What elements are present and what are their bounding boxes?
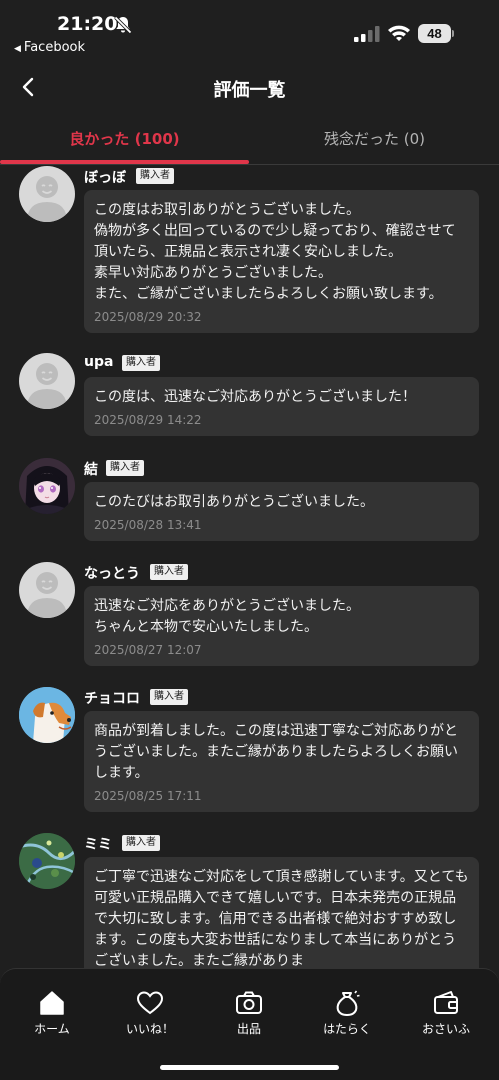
review-list[interactable]: ぼっぼ 購入者 この度はお取引ありがとうございました。 偽物が多く出回っているの… xyxy=(0,166,499,971)
buyer-badge: 購入者 xyxy=(150,564,188,580)
review-bubble: この度は、迅速なご対応ありがとうございました！ 2025/08/29 14:22 xyxy=(84,377,479,436)
bell-muted-icon xyxy=(114,16,132,34)
avatar[interactable] xyxy=(19,562,75,618)
tab-likes[interactable]: いいね！ xyxy=(110,989,190,1037)
review-text: この度はお取引ありがとうございました。 偽物が多く出回っているので少し疑っており… xyxy=(94,202,456,302)
review-date: 2025/08/28 13:41 xyxy=(94,518,202,532)
review-text: このたびはお取引ありがとうございました。 xyxy=(94,494,374,510)
battery-indicator: 48 xyxy=(418,24,454,43)
review-bubble: 商品が到着しました。この度は迅速丁寧なご対応ありがとうございました。またご縁があ… xyxy=(84,711,479,812)
default-avatar-icon xyxy=(27,363,67,409)
camera-icon xyxy=(236,991,262,1014)
money-bag-icon xyxy=(336,990,360,1017)
map-avatar-icon xyxy=(19,833,75,889)
review-bubble: この度はお取引ありがとうございました。 偽物が多く出回っているので少し疑っており… xyxy=(84,190,479,333)
home-indicator[interactable] xyxy=(160,1065,339,1070)
tab-bad[interactable]: 残念だった (0) xyxy=(250,114,499,164)
buyer-badge: 購入者 xyxy=(122,835,160,851)
anime-girl-avatar-icon xyxy=(19,458,75,514)
back-to-app-link[interactable]: ◀ Facebook xyxy=(14,40,85,55)
tab-likes-label: いいね！ xyxy=(125,1022,174,1036)
reviewer-name[interactable]: 結 xyxy=(84,459,98,479)
tab-home[interactable]: ホーム xyxy=(12,989,92,1037)
avatar[interactable] xyxy=(19,353,75,409)
avatar[interactable] xyxy=(19,687,75,743)
reviewer-name[interactable]: チョコロ xyxy=(84,688,140,708)
buyer-badge: 購入者 xyxy=(122,355,160,371)
battery-level: 48 xyxy=(418,24,451,43)
review-text: 商品が到着しました。この度は迅速丁寧なご対応ありがとうございました。またご縁があ… xyxy=(94,723,458,781)
status-bar: 21:20 ◀ Facebook 48 xyxy=(0,0,499,62)
buyer-badge: 購入者 xyxy=(106,460,144,476)
rating-tabs: 良かった (100) 残念だった (0) xyxy=(0,114,499,165)
review-date: 2025/08/29 20:32 xyxy=(94,310,202,324)
reviewer-name[interactable]: upa xyxy=(84,354,113,370)
nav-bar: 評価一覧 xyxy=(0,62,499,114)
page-title: 評価一覧 xyxy=(213,80,286,101)
active-tab-indicator xyxy=(0,160,249,164)
default-avatar-icon xyxy=(27,176,67,222)
review-date: 2025/08/29 14:22 xyxy=(94,413,202,427)
avatar[interactable] xyxy=(19,458,75,514)
home-icon xyxy=(40,991,64,1015)
review-bubble: このたびはお取引ありがとうございました。 2025/08/28 13:41 xyxy=(84,482,479,541)
tab-sell-label: 出品 xyxy=(236,1022,261,1036)
tab-work[interactable]: はたらく xyxy=(307,989,387,1037)
reviewer-name[interactable]: ミミ xyxy=(84,834,112,854)
battery-tip xyxy=(452,30,454,37)
dog-avatar-icon xyxy=(19,687,75,743)
cellular-signal-icon xyxy=(354,26,380,42)
tab-sell[interactable]: 出品 xyxy=(209,989,289,1037)
tab-wallet-label: おさいふ xyxy=(421,1022,470,1036)
review-bubble: ご丁寧で迅速なご対応をして頂き感謝しています。又とても可愛い正規品購入できて嬉し… xyxy=(84,857,479,971)
back-app-label: Facebook xyxy=(23,40,86,55)
buyer-badge: 購入者 xyxy=(150,689,188,705)
review-date: 2025/08/25 17:11 xyxy=(94,789,202,803)
default-avatar-icon xyxy=(27,572,67,618)
tab-work-label: はたらく xyxy=(323,1022,371,1036)
buyer-badge: 購入者 xyxy=(136,168,174,184)
heart-icon xyxy=(136,991,164,1015)
reviewer-name[interactable]: なっとう xyxy=(84,563,140,583)
back-triangle-icon: ◀ xyxy=(14,44,21,54)
wallet-icon xyxy=(434,991,458,1014)
bottom-tab-bar: ホーム いいね！ 出品 はたらく おさいふ xyxy=(0,968,499,1080)
review-text: この度は、迅速なご対応ありがとうございました！ xyxy=(94,389,416,405)
tab-good[interactable]: 良かった (100) xyxy=(0,114,249,164)
avatar[interactable] xyxy=(19,833,75,889)
reviewer-name[interactable]: ぼっぼ xyxy=(84,167,126,187)
review-date: 2025/08/27 12:07 xyxy=(94,643,202,657)
avatar[interactable] xyxy=(19,166,75,222)
tab-wallet[interactable]: おさいふ xyxy=(406,989,486,1037)
status-time: 21:20 xyxy=(57,13,118,35)
tab-home-label: ホーム xyxy=(34,1022,70,1036)
wifi-icon xyxy=(388,25,410,41)
review-text: ご丁寧で迅速なご対応をして頂き感謝しています。又とても可愛い正規品購入できて嬉し… xyxy=(94,869,469,969)
review-bubble: 迅速なご対応をありがとうございました。 ちゃんと本物で安心いたしました。 202… xyxy=(84,586,479,666)
review-text: 迅速なご対応をありがとうございました。 ちゃんと本物で安心いたしました。 xyxy=(94,598,360,635)
